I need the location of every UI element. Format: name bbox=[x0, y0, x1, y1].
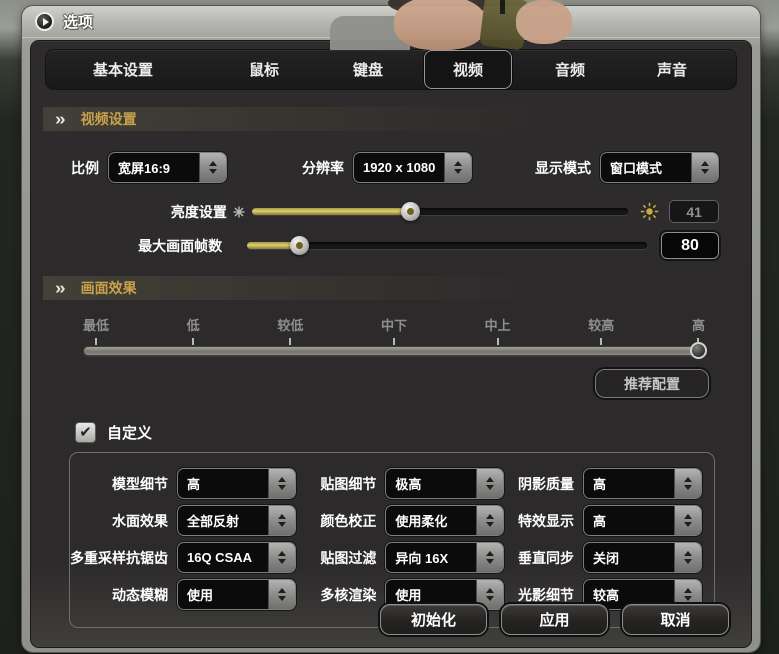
ratio-label: 比例 bbox=[71, 158, 99, 178]
shadow-quality-select[interactable]: 高 bbox=[583, 468, 702, 499]
setting-row-antialiasing: 多重采样抗锯齿 16Q CSAA bbox=[70, 542, 296, 573]
tab-video[interactable]: 视频 bbox=[424, 50, 512, 89]
tab-audio[interactable]: 音频 bbox=[524, 50, 616, 89]
brightness-slider[interactable] bbox=[252, 202, 628, 221]
options-dialog: 选项 基本设置 鼠标 键盘 视频 音频 声音 » 视频设置 比例 宽屏16:9 bbox=[22, 6, 760, 652]
apply-button[interactable]: 应用 bbox=[501, 604, 608, 635]
quality-slider-group: 最低 低 较低 中下 中上 较高 高 bbox=[83, 315, 705, 356]
section-title: 画面效果 bbox=[81, 278, 137, 298]
vsync-select[interactable]: 关闭 bbox=[583, 542, 702, 573]
max-fps-label: 最大画面帧数 bbox=[31, 236, 222, 256]
section-header-video-settings: » 视频设置 bbox=[43, 107, 575, 131]
setting-row-model-detail: 模型细节 高 bbox=[70, 468, 296, 499]
stepper-icon[interactable] bbox=[691, 153, 718, 182]
brightness-value-box: 41 bbox=[669, 200, 719, 223]
tab-basic-settings[interactable]: 基本设置 bbox=[64, 50, 182, 89]
setting-row-water-effect: 水面效果 全部反射 bbox=[70, 505, 296, 536]
motion-blur-select[interactable]: 使用 bbox=[177, 579, 296, 610]
section-header-effects: » 画面效果 bbox=[43, 276, 575, 300]
stepper-icon[interactable] bbox=[674, 543, 701, 572]
custom-settings-panel: 模型细节 高 水面效果 全部反射 多重采样抗锯齿 16 bbox=[69, 452, 715, 628]
stepper-icon[interactable] bbox=[268, 543, 295, 572]
quality-step: 中下 bbox=[381, 315, 407, 345]
display-mode-select[interactable]: 窗口模式 bbox=[600, 152, 719, 183]
dialog-title: 选项 bbox=[63, 11, 93, 32]
asterisk-icon bbox=[231, 206, 246, 218]
tab-bar: 基本设置 鼠标 键盘 视频 音频 声音 bbox=[45, 49, 737, 90]
max-fps-value-input[interactable]: 80 bbox=[661, 232, 719, 259]
texture-filtering-select[interactable]: 异向 16X bbox=[385, 542, 504, 573]
quality-slider-track[interactable] bbox=[83, 346, 705, 356]
stepper-icon[interactable] bbox=[199, 153, 226, 182]
quality-labels: 最低 低 较低 中下 中上 较高 高 bbox=[83, 315, 705, 345]
stepper-icon[interactable] bbox=[444, 153, 471, 182]
setting-row-shadow-quality: 阴影质量 高 bbox=[504, 468, 702, 499]
brightness-slider-handle[interactable] bbox=[401, 202, 420, 221]
initialize-button[interactable]: 初始化 bbox=[380, 604, 487, 635]
custom-checkbox[interactable]: ✔ bbox=[75, 422, 96, 443]
stepper-icon[interactable] bbox=[674, 469, 701, 498]
stepper-icon[interactable] bbox=[268, 580, 295, 609]
max-fps-row: 最大画面帧数 80 bbox=[31, 232, 719, 259]
display-mode-label: 显示模式 bbox=[535, 158, 591, 178]
recommended-config-button[interactable]: 推荐配置 bbox=[595, 369, 709, 398]
checkmark-icon: ✔ bbox=[79, 425, 92, 440]
setting-row-vsync: 垂直同步 关闭 bbox=[504, 542, 702, 573]
custom-column-3: 阴影质量 高 特效显示 高 垂直同步 关闭 bbox=[504, 465, 702, 613]
max-fps-slider-handle[interactable] bbox=[290, 236, 309, 255]
setting-row-motion-blur: 动态模糊 使用 bbox=[70, 579, 296, 610]
sun-icon bbox=[640, 202, 659, 221]
resolution-select[interactable]: 1920 x 1080 bbox=[353, 152, 472, 183]
color-correction-select[interactable]: 使用柔化 bbox=[385, 505, 504, 536]
stepper-icon[interactable] bbox=[268, 469, 295, 498]
setting-row-effects-display: 特效显示 高 bbox=[504, 505, 702, 536]
effects-display-select[interactable]: 高 bbox=[583, 505, 702, 536]
titlebar: 选项 bbox=[22, 6, 760, 38]
model-detail-select[interactable]: 高 bbox=[177, 468, 296, 499]
footer-buttons: 初始化 应用 取消 bbox=[380, 604, 729, 635]
resolution-label: 分辨率 bbox=[302, 158, 344, 178]
display-mode-value: 窗口模式 bbox=[601, 153, 691, 182]
section-title: 视频设置 bbox=[81, 109, 137, 129]
section-chevron-icon: » bbox=[55, 110, 66, 127]
quality-step: 低 bbox=[187, 315, 200, 345]
quality-slider-handle[interactable] bbox=[690, 342, 707, 359]
max-fps-slider[interactable] bbox=[247, 236, 647, 255]
custom-column-2: 贴图细节 极高 颜色校正 使用柔化 贴图过滤 异向 1 bbox=[296, 465, 504, 613]
ratio-select[interactable]: 宽屏16:9 bbox=[108, 152, 227, 183]
custom-checkbox-row: ✔ 自定义 bbox=[75, 422, 751, 443]
antialiasing-select[interactable]: 16Q CSAA bbox=[177, 542, 296, 573]
quality-step: 中上 bbox=[485, 315, 511, 345]
quality-step: 较高 bbox=[588, 315, 614, 345]
stepper-icon[interactable] bbox=[476, 469, 503, 498]
slider-fill bbox=[252, 208, 410, 215]
setting-row-texture-detail: 贴图细节 极高 bbox=[296, 468, 504, 499]
brightness-label: 亮度设置 bbox=[31, 202, 227, 222]
ratio-value: 宽屏16:9 bbox=[109, 153, 199, 182]
quality-step: 高 bbox=[692, 315, 705, 345]
section-chevron-icon: » bbox=[55, 279, 66, 296]
stepper-icon[interactable] bbox=[476, 506, 503, 535]
tab-mouse[interactable]: 鼠标 bbox=[218, 50, 310, 89]
custom-column-1: 模型细节 高 水面效果 全部反射 多重采样抗锯齿 16 bbox=[70, 465, 296, 613]
setting-row-texture-filtering: 贴图过滤 异向 16X bbox=[296, 542, 504, 573]
recommend-row: 推荐配置 bbox=[31, 369, 709, 398]
stepper-icon[interactable] bbox=[674, 506, 701, 535]
resolution-value: 1920 x 1080 bbox=[354, 153, 444, 182]
video-selects-row: 比例 宽屏16:9 分辨率 1920 x 1080 显示模式 窗口模式 bbox=[71, 152, 727, 183]
stepper-icon[interactable] bbox=[268, 506, 295, 535]
cancel-button[interactable]: 取消 bbox=[622, 604, 729, 635]
water-effect-select[interactable]: 全部反射 bbox=[177, 505, 296, 536]
custom-checkbox-label: 自定义 bbox=[107, 422, 152, 443]
tab-keyboard[interactable]: 键盘 bbox=[322, 50, 414, 89]
stepper-icon[interactable] bbox=[476, 543, 503, 572]
options-panel: 基本设置 鼠标 键盘 视频 音频 声音 » 视频设置 比例 宽屏16:9 分辨率 bbox=[30, 40, 752, 648]
texture-detail-select[interactable]: 极高 bbox=[385, 468, 504, 499]
quality-step: 最低 bbox=[83, 315, 109, 345]
tab-sound[interactable]: 声音 bbox=[626, 50, 718, 89]
quality-step: 较低 bbox=[277, 315, 303, 345]
play-circle-icon bbox=[35, 12, 54, 31]
brightness-row: 亮度设置 41 bbox=[31, 200, 719, 223]
setting-row-color-correction: 颜色校正 使用柔化 bbox=[296, 505, 504, 536]
